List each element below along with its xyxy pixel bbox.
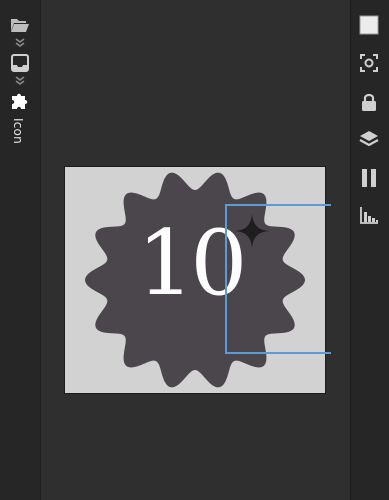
left-toolbar: Icon (0, 0, 41, 500)
chevron-double-down-icon (15, 76, 25, 85)
chevron-double-down-icon (15, 38, 25, 47)
pause-icon[interactable] (356, 165, 382, 191)
bar-chart-icon[interactable] (356, 202, 382, 228)
square-swatch-icon[interactable] (356, 12, 382, 38)
app-window: Icon 10 (0, 0, 389, 500)
layers-icon[interactable] (356, 127, 382, 153)
lock-icon[interactable] (356, 89, 382, 115)
puzzle-piece-icon[interactable] (7, 88, 33, 114)
selection-box[interactable] (225, 204, 331, 354)
focus-capture-icon[interactable] (356, 50, 382, 76)
folder-open-icon[interactable] (7, 12, 33, 38)
right-toolbar (350, 0, 389, 500)
panel-label: Icon (11, 118, 25, 144)
inbox-tray-icon[interactable] (7, 50, 33, 76)
